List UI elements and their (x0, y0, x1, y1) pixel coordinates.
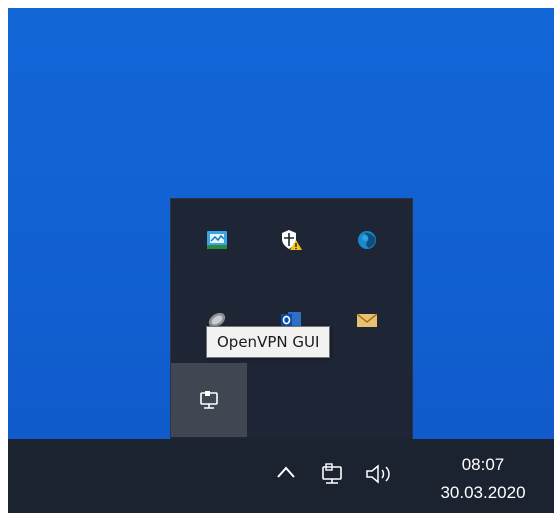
clock[interactable]: 08:07 30.03.2020 (412, 451, 554, 507)
taskbar: 08:07 30.03.2020 (8, 439, 554, 513)
clock-date: 30.03.2020 (440, 483, 526, 502)
tray-item-globe[interactable] (329, 203, 405, 277)
tray-item-mail[interactable] (329, 283, 405, 357)
tray-item-security[interactable] (253, 203, 329, 277)
security-shield-warning-icon (282, 230, 302, 250)
tooltip: OpenVPN GUI (206, 326, 331, 358)
tray-item-monitor[interactable] (179, 203, 255, 277)
envelope-icon (356, 313, 378, 327)
volume-icon[interactable] (364, 461, 394, 487)
monitor-app-icon (207, 231, 227, 249)
network-icon[interactable] (320, 461, 346, 487)
openvpn-network-icon (200, 391, 218, 409)
blue-globe-icon (358, 231, 376, 249)
chevron-up-icon[interactable] (276, 465, 296, 479)
clock-time: 08:07 (461, 455, 505, 474)
notification-area-overflow (171, 199, 412, 439)
tray-item-openvpn[interactable] (171, 363, 247, 437)
